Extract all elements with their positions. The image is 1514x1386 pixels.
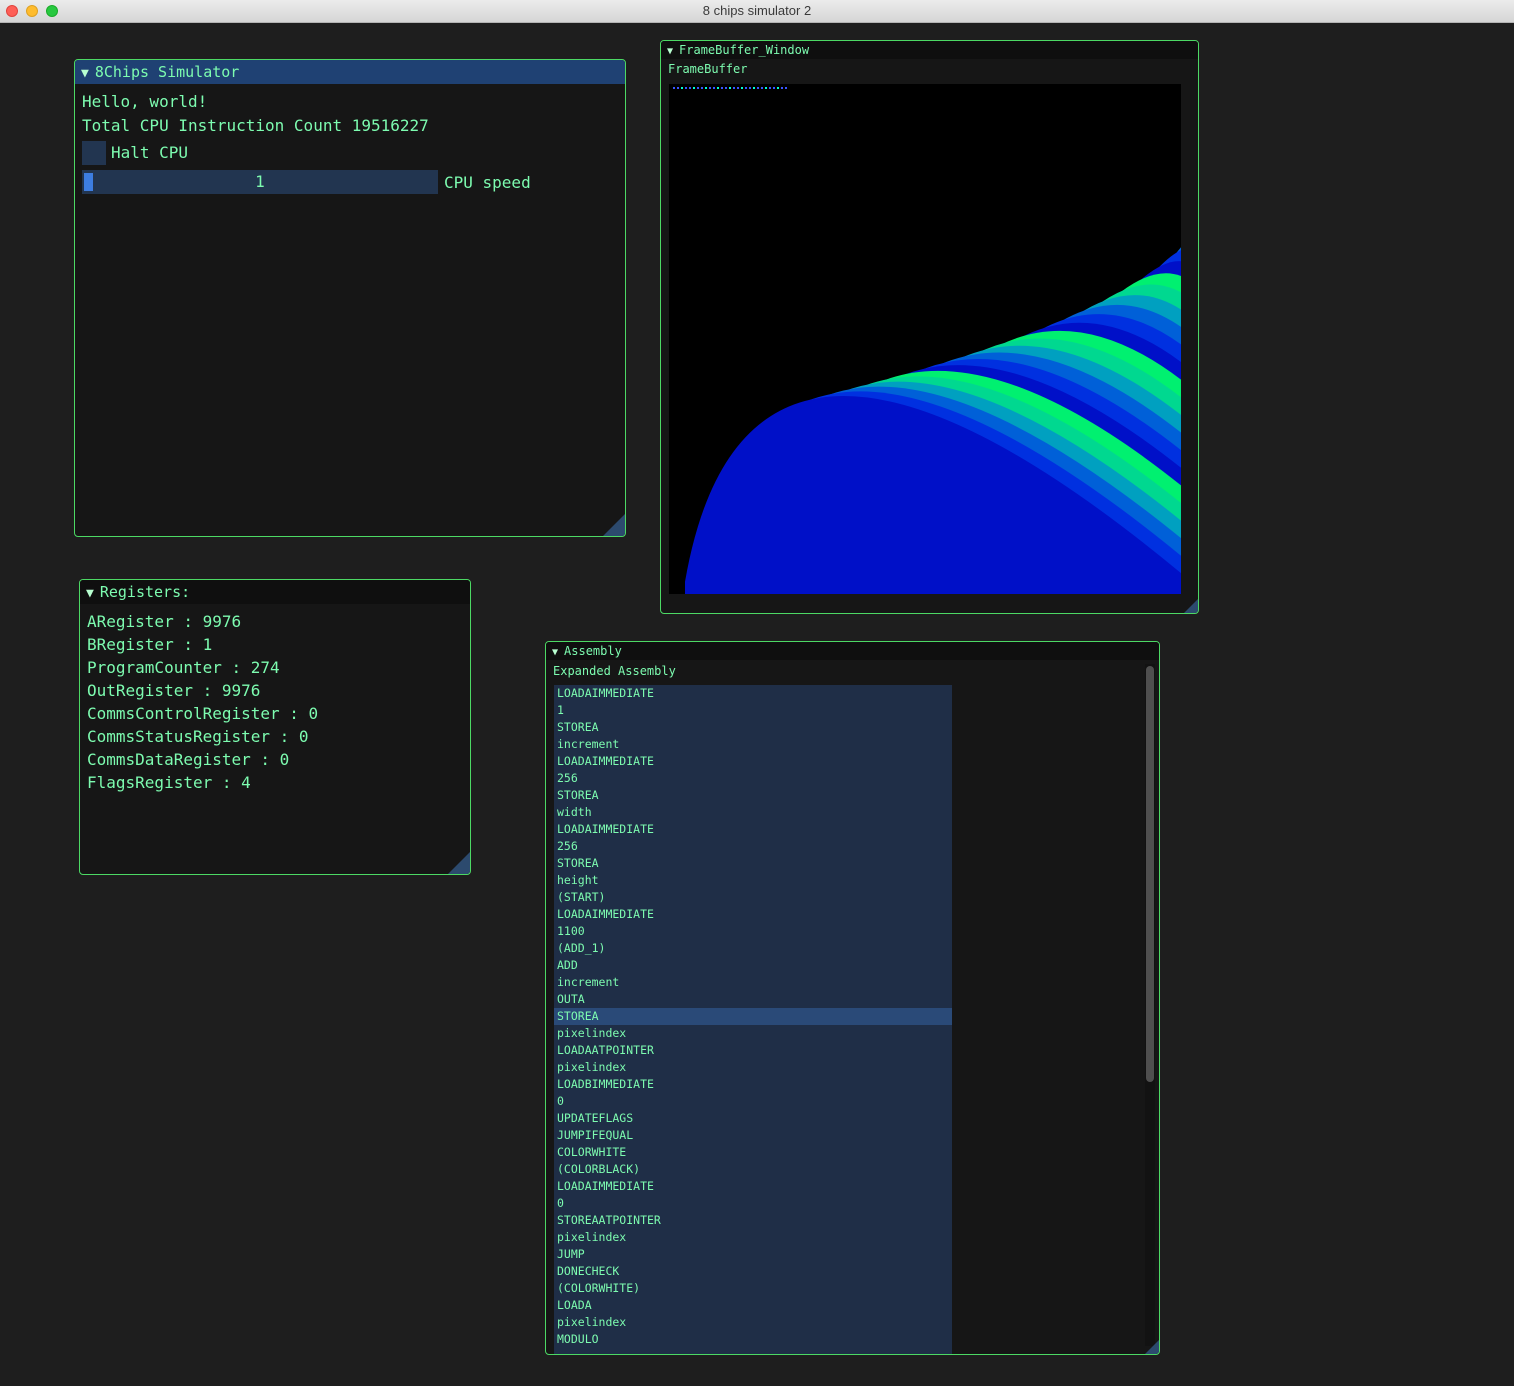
assembly-item[interactable]: (ADD_1) [554,940,952,957]
register-line: CommsStatusRegister : 0 [87,727,309,746]
assembly-item[interactable]: LOADAIMMEDIATE [554,1178,952,1195]
assembly-item[interactable]: pixelindex [554,1059,952,1076]
assembly-item[interactable]: LOADAIMMEDIATE [554,821,952,838]
framebuffer-image [669,84,1181,594]
assembly-item[interactable]: pixelindex [554,1025,952,1042]
assembly-scrollbar-thumb[interactable] [1146,666,1154,1082]
register-line: FlagsRegister : 4 [87,773,251,792]
simulator-panel-titlebar[interactable]: ▼ 8Chips Simulator [75,60,625,84]
halt-cpu-label: Halt CPU [111,143,189,162]
simulator-panel: ▼ 8Chips Simulator Hello, world! Total CP… [74,59,626,537]
resize-grip-icon[interactable] [448,852,470,874]
framebuffer-panel-titlebar[interactable]: ▼ FrameBuffer_Window [661,41,1198,59]
assembly-item[interactable]: height [554,872,952,889]
slider-grab-handle[interactable] [84,173,93,191]
assembly-item[interactable]: width [554,804,952,821]
expanded-assembly-label: Expanded Assembly [553,664,676,678]
framebuffer-label: FrameBuffer [668,62,748,76]
registers-panel: ▼ Registers: ARegister : 9976 BRegister :… [79,579,471,875]
cpu-speed-label: CPU speed [444,172,531,192]
assembly-item[interactable]: JUMP [554,1246,952,1263]
assembly-item[interactable]: LOADBIMMEDIATE [554,1076,952,1093]
assembly-item[interactable]: 1100 [554,923,952,940]
assembly-panel: ▼ Assembly Expanded Assembly LOADAIMMEDIA… [545,641,1160,1355]
cpu-speed-value: 1 [255,172,265,191]
assembly-listbox[interactable]: LOADAIMMEDIATE 1 STOREA increment LOADAIMMED… [554,685,952,1354]
registers-panel-title: Registers: [99,583,191,601]
halt-cpu-checkbox[interactable] [82,141,106,165]
register-line: CommsDataRegister : 0 [87,750,290,769]
window-titlebar: 8 chips simulator 2 [0,0,1514,23]
assembly-scrollbar[interactable] [1145,664,1155,1346]
cpu-speed-slider[interactable]: 1 [82,170,438,194]
assembly-item[interactable]: STOREA [554,1008,952,1025]
registers-panel-titlebar[interactable]: ▼ Registers: [80,580,470,604]
assembly-item[interactable]: MODULO [554,1331,952,1348]
assembly-item[interactable]: COLORWHITE [554,1144,952,1161]
assembly-item[interactable]: increment [554,974,952,991]
assembly-item[interactable]: 0 [554,1195,952,1212]
assembly-item[interactable]: OUTA [554,991,952,1008]
instruction-count-text: Total CPU Instruction Count 19516227 [82,116,429,135]
assembly-panel-titlebar[interactable]: ▼ Assembly [546,642,1159,660]
assembly-item[interactable]: LOADAIMMEDIATE [554,685,952,702]
assembly-item[interactable]: UPDATEFLAGS [554,1110,952,1127]
assembly-item[interactable]: LOADAATPOINTER [554,1042,952,1059]
assembly-item[interactable]: 256 [554,770,952,787]
assembly-item[interactable]: LOADA [554,1297,952,1314]
assembly-item[interactable]: 256 [554,838,952,855]
assembly-panel-title: Assembly [564,644,622,658]
assembly-item[interactable]: pixelindex [554,1229,952,1246]
collapse-arrow-icon[interactable]: ▼ [667,43,673,61]
assembly-item[interactable]: increment [554,736,952,753]
assembly-item[interactable]: LOADAIMMEDIATE [554,753,952,770]
collapse-arrow-icon[interactable]: ▼ [86,582,94,606]
assembly-item[interactable]: (COLORBLACK) [554,1161,952,1178]
window-title: 8 chips simulator 2 [702,3,812,18]
collapse-arrow-icon[interactable]: ▼ [81,62,89,86]
assembly-item[interactable]: DONECHECK [554,1263,952,1280]
framebuffer-panel: ▼ FrameBuffer_Window FrameBuffer [660,40,1199,614]
assembly-item[interactable]: ADD [554,957,952,974]
resize-grip-icon[interactable] [1184,599,1198,613]
resize-grip-icon[interactable] [1145,1340,1159,1354]
register-line: CommsControlRegister : 0 [87,704,319,723]
assembly-item[interactable]: STOREAATPOINTER [554,1212,952,1229]
assembly-item[interactable]: LOADAIMMEDIATE [554,906,952,923]
register-line: BRegister : 1 [87,635,213,654]
assembly-item[interactable]: 1 [554,702,952,719]
simulator-panel-title: 8Chips Simulator [94,63,240,81]
assembly-item[interactable]: STOREA [554,855,952,872]
assembly-item[interactable]: STOREA [554,719,952,736]
resize-grip-icon[interactable] [603,514,625,536]
register-line: OutRegister : 9976 [87,681,261,700]
assembly-item[interactable]: (COLORWHITE) [554,1280,952,1297]
assembly-item[interactable]: (START) [554,889,952,906]
hello-text: Hello, world! [82,92,208,111]
register-line: ProgramCounter : 274 [87,658,280,677]
assembly-item[interactable]: STOREA [554,787,952,804]
framebuffer-panel-title: FrameBuffer_Window [679,43,810,57]
collapse-arrow-icon[interactable]: ▼ [552,644,558,662]
assembly-item[interactable]: JUMPIFEQUAL [554,1127,952,1144]
register-line: ARegister : 9976 [87,612,242,631]
assembly-item[interactable]: 0 [554,1093,952,1110]
assembly-item[interactable]: pixelindex [554,1314,952,1331]
